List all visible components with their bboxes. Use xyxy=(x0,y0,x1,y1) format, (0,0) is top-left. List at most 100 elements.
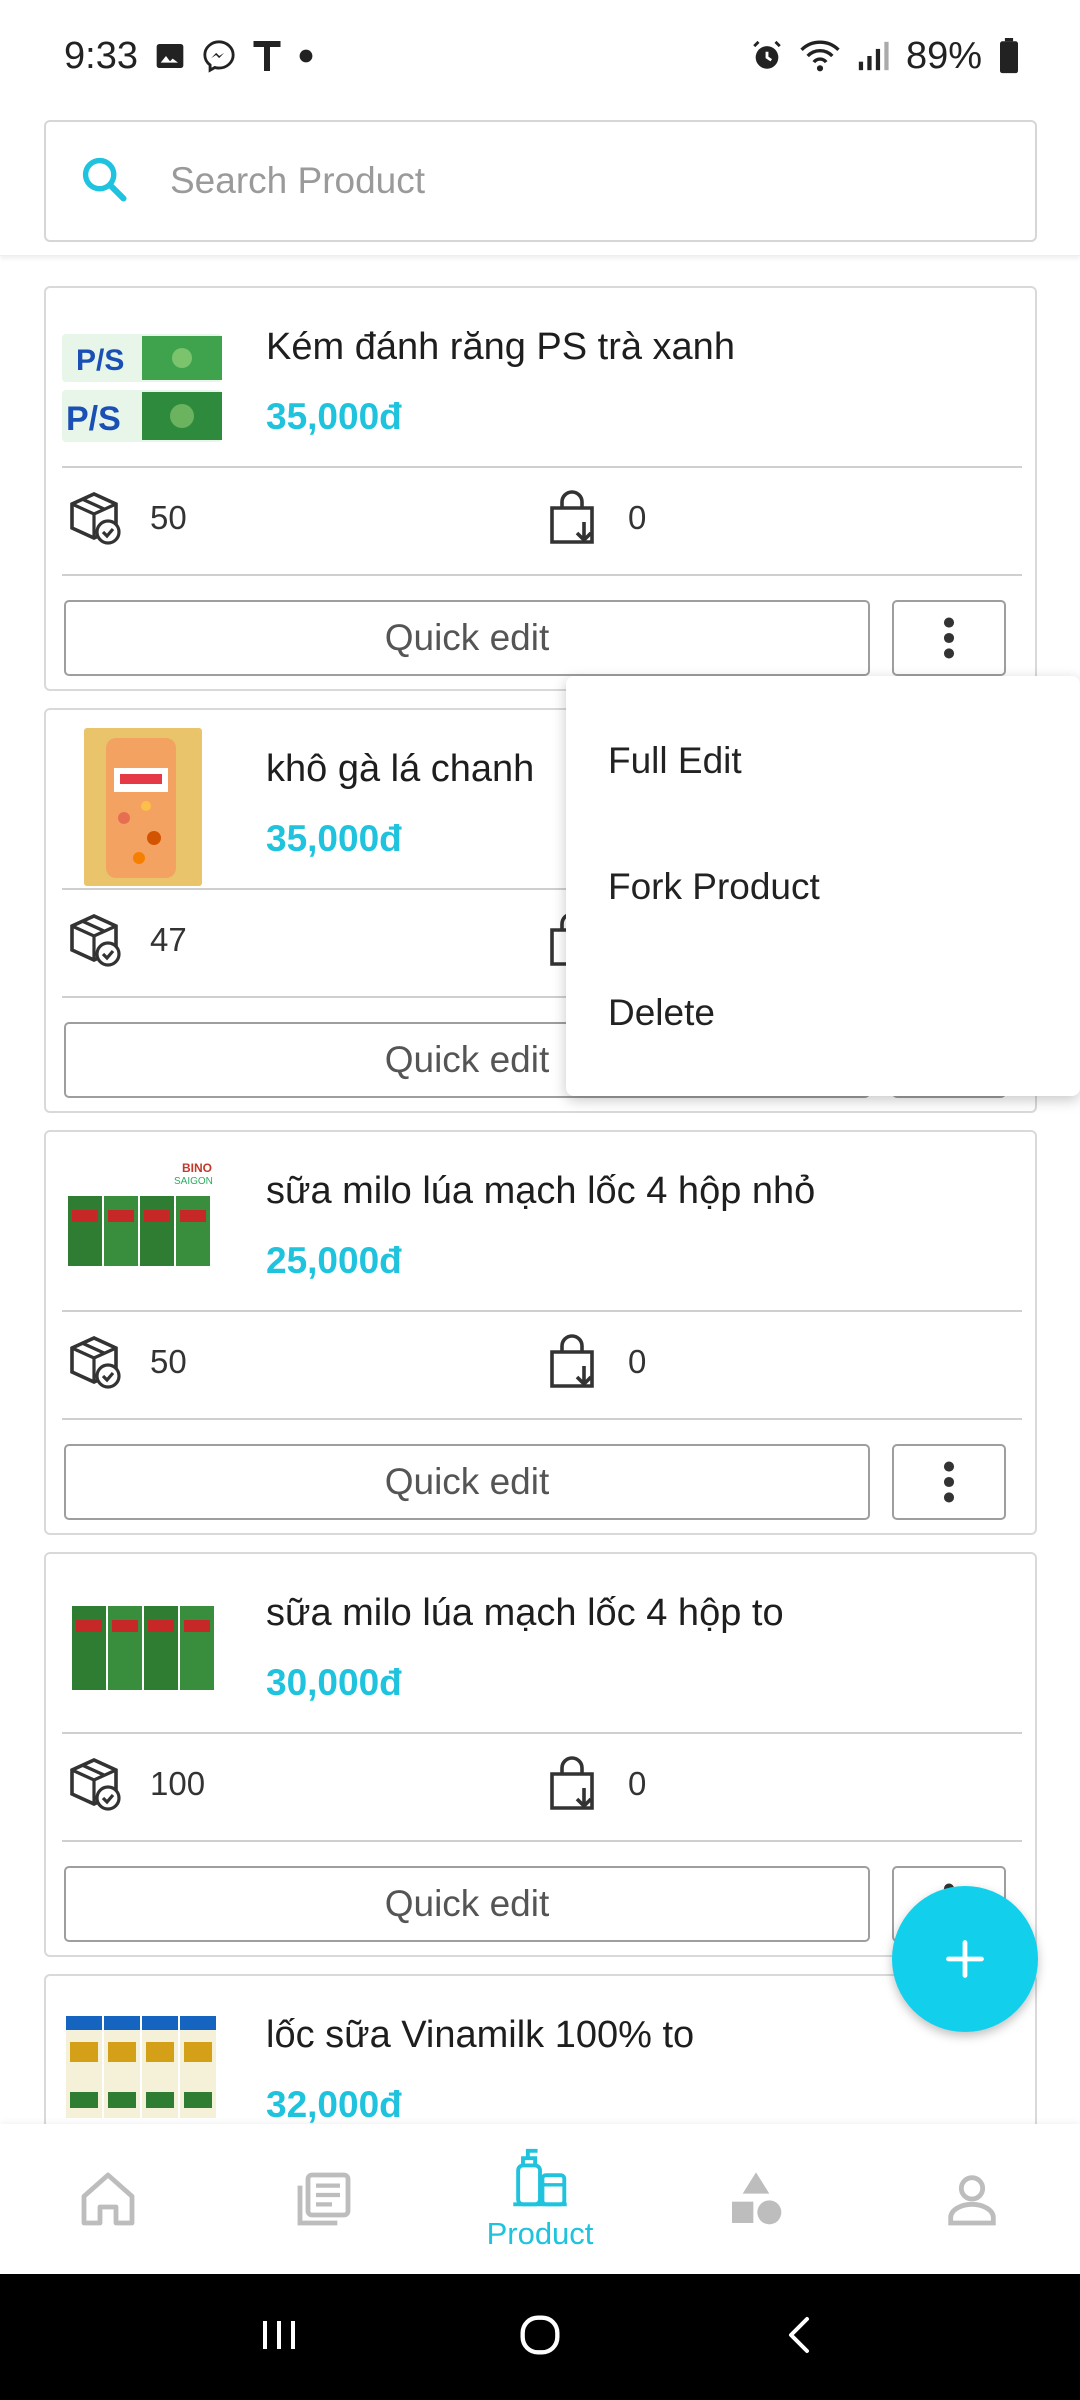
product-thumbnail xyxy=(62,1600,222,1696)
recent-apps-icon xyxy=(263,2320,296,2349)
inventory-box-icon xyxy=(70,492,121,545)
messenger-icon xyxy=(202,39,236,73)
search-icon xyxy=(78,153,130,210)
product-card: sữa milo lúa mạch lốc 4 hộp to 30,000đ 1… xyxy=(44,1552,1037,1957)
more-options-button[interactable] xyxy=(892,600,1006,676)
shopping-bag-icon xyxy=(550,490,594,544)
product-options-menu: Full Edit Fork Product Delete xyxy=(566,676,1080,1096)
recent-apps-button[interactable] xyxy=(255,2311,303,2364)
divider xyxy=(62,1732,1022,1734)
nav-categories[interactable] xyxy=(666,2124,846,2274)
nav-product[interactable]: Product xyxy=(450,2124,630,2274)
system-navigation xyxy=(0,2274,1080,2400)
nav-profile[interactable] xyxy=(882,2124,1062,2274)
dot-icon xyxy=(298,48,314,64)
stock-stat: 50 xyxy=(66,488,187,548)
incoming-value: 0 xyxy=(628,499,647,536)
inventory-box-icon xyxy=(70,1336,121,1389)
nav-home[interactable] xyxy=(18,2124,198,2274)
menu-item-delete[interactable]: Delete xyxy=(566,950,1080,1076)
product-card: lốc sữa Vinamilk 100% to 32,000đ xyxy=(44,1974,1037,2124)
quick-edit-button[interactable]: Quick edit xyxy=(64,1444,870,1520)
inventory-box-icon xyxy=(70,914,121,967)
stock-value: 50 xyxy=(150,1343,187,1380)
product-header[interactable]: P/S P/S Kém đánh răng PS trà xanh 35,000… xyxy=(46,288,1035,466)
user-icon xyxy=(948,2175,996,2226)
product-thumbnail xyxy=(62,2012,222,2122)
menu-item-full-edit[interactable]: Full Edit xyxy=(566,698,1080,824)
nav-product-label: Product xyxy=(486,2216,594,2251)
product-name: khô gà lá chanh xyxy=(266,748,535,790)
product-name: Kém đánh răng PS trà xanh xyxy=(266,326,735,368)
product-price: 25,000đ xyxy=(266,1240,402,1281)
shopping-bag-icon xyxy=(550,1756,594,1810)
shapes-icon xyxy=(732,2172,782,2225)
incoming-value: 0 xyxy=(628,1765,647,1802)
alarm-icon xyxy=(750,39,784,73)
signal-icon xyxy=(856,39,890,73)
product-header[interactable]: lốc sữa Vinamilk 100% to 32,000đ xyxy=(46,1976,1035,2124)
product-list: P/S P/S Kém đánh răng PS trà xanh 35,000… xyxy=(0,256,1080,2124)
product-price: 30,000đ xyxy=(266,1662,402,1703)
divider xyxy=(62,1840,1022,1842)
incoming-value: 0 xyxy=(628,1343,647,1380)
product-name: sữa milo lúa mạch lốc 4 hộp to xyxy=(266,1592,784,1634)
product-header[interactable]: sữa milo lúa mạch lốc 4 hộp to 30,000đ xyxy=(46,1554,1035,1732)
quick-edit-button[interactable]: Quick edit xyxy=(64,600,870,676)
quick-edit-button[interactable]: Quick edit xyxy=(64,1866,870,1942)
status-left: 9:33 xyxy=(64,35,314,78)
search-box[interactable] xyxy=(44,120,1037,242)
bottom-navigation: Product xyxy=(0,2124,1080,2274)
t-icon xyxy=(252,38,282,74)
menu-item-fork-product[interactable]: Fork Product xyxy=(566,824,1080,950)
svg-text:P/S: P/S xyxy=(76,344,124,377)
product-price: 35,000đ xyxy=(266,396,402,437)
news-icon xyxy=(297,2172,351,2226)
incoming-stat: 0 xyxy=(544,1754,646,1814)
divider xyxy=(62,1310,1022,1312)
stock-stat: 50 xyxy=(66,1332,187,1392)
product-card: P/S P/S Kém đánh răng PS trà xanh 35,000… xyxy=(44,286,1037,691)
shopping-bag-icon xyxy=(550,1334,594,1388)
product-price: 32,000đ xyxy=(266,2084,402,2124)
back-arrow-icon xyxy=(788,2316,809,2353)
home-circle-icon xyxy=(520,2315,560,2354)
add-product-button[interactable] xyxy=(892,1886,1038,2032)
home-system-button[interactable] xyxy=(514,2309,566,2366)
stock-stat: 47 xyxy=(66,910,187,970)
product-card: BINO SAIGON sữa milo lúa mạch lốc 4 hộp … xyxy=(44,1130,1037,1535)
inventory-box-icon xyxy=(70,1758,121,1811)
search-input[interactable] xyxy=(170,160,970,202)
home-icon xyxy=(81,2172,135,2226)
product-thumbnail: P/S P/S xyxy=(62,328,222,446)
product-icon xyxy=(513,2148,567,2207)
divider xyxy=(62,574,1022,576)
wifi-icon xyxy=(800,39,840,73)
more-vert-icon xyxy=(943,1461,955,1503)
more-vert-icon xyxy=(943,617,955,659)
svg-text:SAIGON: SAIGON xyxy=(174,1176,213,1187)
stock-value: 50 xyxy=(150,499,187,536)
stock-value: 100 xyxy=(150,1765,206,1802)
product-header[interactable]: BINO SAIGON sữa milo lúa mạch lốc 4 hộp … xyxy=(46,1132,1035,1310)
svg-text:P/S: P/S xyxy=(66,400,121,438)
image-icon xyxy=(154,40,186,72)
stock-value: 47 xyxy=(150,921,187,958)
divider xyxy=(62,466,1022,468)
battery-icon xyxy=(998,38,1020,74)
stock-stat: 100 xyxy=(66,1754,205,1814)
product-thumbnail: BINO SAIGON xyxy=(62,1154,222,1284)
incoming-stat: 0 xyxy=(544,488,646,548)
divider xyxy=(62,1418,1022,1420)
battery-percent: 89% xyxy=(905,34,982,77)
more-options-button[interactable] xyxy=(892,1444,1006,1520)
search-bar xyxy=(0,112,1080,256)
back-button[interactable] xyxy=(777,2311,825,2364)
product-name: lốc sữa Vinamilk 100% to xyxy=(266,2014,695,2056)
nav-news[interactable] xyxy=(234,2124,414,2274)
plus-icon xyxy=(946,1940,984,1978)
product-price: 35,000đ xyxy=(266,818,402,859)
product-thumbnail xyxy=(84,728,202,886)
status-right: 89% xyxy=(750,35,1020,78)
status-time: 9:33 xyxy=(64,34,138,77)
